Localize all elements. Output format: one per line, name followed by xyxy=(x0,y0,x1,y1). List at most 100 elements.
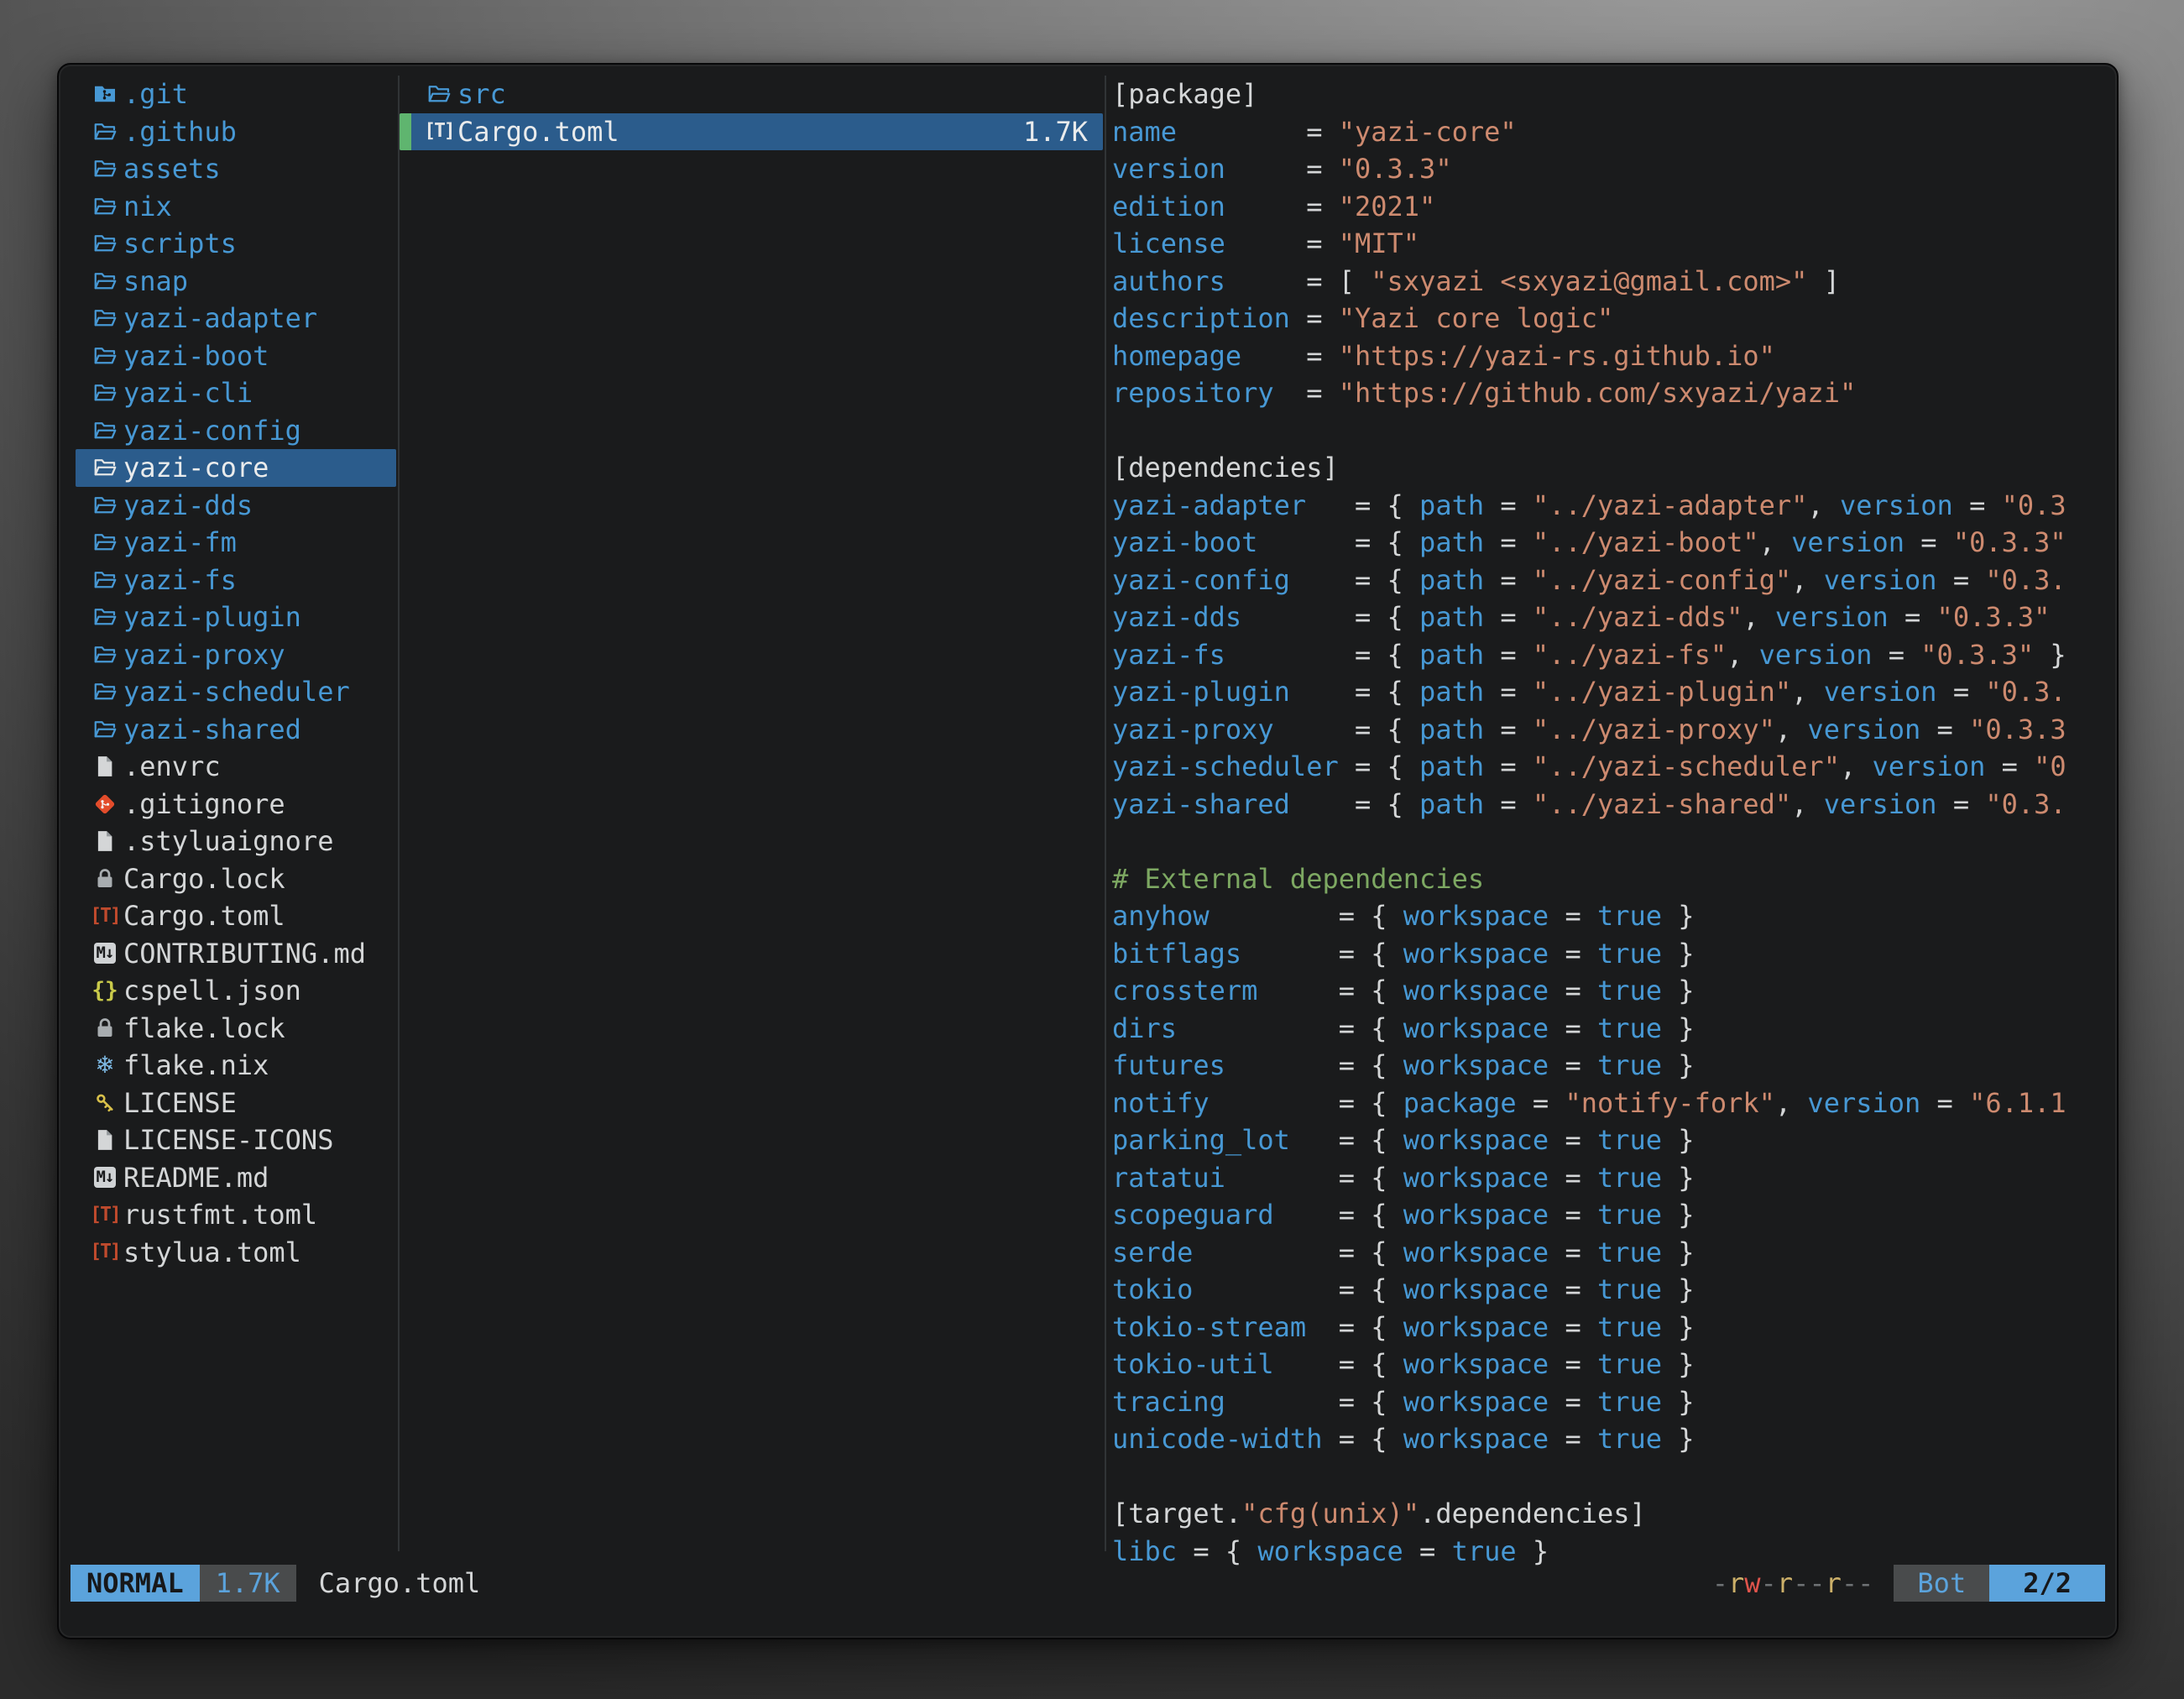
toml-punct: = { xyxy=(1210,900,1403,932)
preview-line: scopeguard = { workspace = true } xyxy=(1112,1196,2113,1234)
current-pane[interactable]: src[T]Cargo.toml1.7K xyxy=(400,76,1103,150)
md-icon: M↓ xyxy=(90,1161,120,1195)
toml-key: yazi-scheduler xyxy=(1112,750,1339,782)
toml-punct: = { xyxy=(1274,1199,1403,1231)
toml-punct: = xyxy=(1549,900,1597,932)
toml-key: yazi-dds xyxy=(1112,601,1241,633)
lock-icon xyxy=(90,1012,120,1045)
dir-row--github[interactable]: .github xyxy=(76,113,396,151)
folder-icon xyxy=(90,152,120,186)
toml-punct: = xyxy=(1904,526,1953,558)
toml-punct: = xyxy=(1937,788,1986,820)
yazi-terminal-window: .git.githubassetsnixscriptssnapyazi-adap… xyxy=(57,63,2119,1639)
toml-punct: = xyxy=(1225,191,1339,222)
toml-key: edition xyxy=(1112,191,1225,222)
file-row-cspell-json[interactable]: {}cspell.json xyxy=(76,972,396,1010)
toml-key: dirs xyxy=(1112,1012,1177,1044)
file-row-cargo-lock[interactable]: Cargo.lock xyxy=(76,860,396,898)
toml-key: true xyxy=(1597,1236,1662,1268)
toml-string: "../yazi-adapter" xyxy=(1533,489,1808,521)
preview-pane[interactable]: [package]name = "yazi-core"version = "0.… xyxy=(1112,76,2113,1571)
toml-punct: = xyxy=(1872,639,1920,671)
file-row-contributing-md[interactable]: M↓CONTRIBUTING.md xyxy=(76,935,396,973)
dir-row--git[interactable]: .git xyxy=(76,76,396,113)
toml-punct: = { xyxy=(1290,788,1419,820)
toml-punct: = { xyxy=(1306,1311,1403,1343)
toml-string: "0.3. xyxy=(1985,788,2066,820)
dir-row-yazi-shared[interactable]: yazi-shared xyxy=(76,711,396,749)
parent-pane[interactable]: .git.githubassetsnixscriptssnapyazi-adap… xyxy=(76,76,396,1271)
toml-punct: } xyxy=(1662,900,1695,932)
folder-icon xyxy=(90,638,120,672)
dir-row-yazi-dds[interactable]: yazi-dds xyxy=(76,487,396,525)
file-row--gitignore[interactable]: .gitignore xyxy=(76,786,396,823)
preview-line: [package] xyxy=(1112,76,2113,113)
file-row-rustfmt-toml[interactable]: [T]rustfmt.toml xyxy=(76,1196,396,1234)
toml-punct: , xyxy=(1807,489,1840,521)
dir-row-yazi-fs[interactable]: yazi-fs xyxy=(76,562,396,599)
dir-row-yazi-boot[interactable]: yazi-boot xyxy=(76,337,396,375)
dir-row-yazi-plugin[interactable]: yazi-plugin xyxy=(76,599,396,636)
dir-row-src[interactable]: src xyxy=(400,76,1103,113)
file-row-license[interactable]: LICENSE xyxy=(76,1085,396,1122)
toml-punct: [target. xyxy=(1112,1498,1241,1529)
status-bar: NORMAL 1.7K Cargo.toml -rw-r--r-- Bot 2/… xyxy=(71,1565,2105,1602)
toml-key: yazi-shared xyxy=(1112,788,1290,820)
file-row-cargo-toml[interactable]: [T]Cargo.toml xyxy=(76,897,396,935)
toml-punct: = xyxy=(1920,1087,1969,1119)
toml-key: workspace xyxy=(1403,938,1549,970)
toml-punct: } xyxy=(1662,1423,1695,1455)
preview-line: yazi-dds = { path = "../yazi-dds", versi… xyxy=(1112,599,2113,636)
dir-row-yazi-scheduler[interactable]: yazi-scheduler xyxy=(76,673,396,711)
git-folder-icon xyxy=(90,77,120,111)
toml-string: "cfg(unix)" xyxy=(1241,1498,1419,1529)
toml-key: authors xyxy=(1112,265,1225,297)
file-row-readme-md[interactable]: M↓README.md xyxy=(76,1159,396,1197)
entry-label: yazi-core xyxy=(123,452,269,484)
file-row-flake-lock[interactable]: flake.lock xyxy=(76,1010,396,1048)
dir-row-scripts[interactable]: scripts xyxy=(76,225,396,263)
folder-icon xyxy=(90,414,120,447)
toml-key: true xyxy=(1452,1535,1517,1567)
dir-row-snap[interactable]: snap xyxy=(76,263,396,301)
toml-punct: } xyxy=(1662,1273,1695,1305)
preview-line: notify = { package = "notify-fork", vers… xyxy=(1112,1085,2113,1122)
dir-row-yazi-core[interactable]: yazi-core xyxy=(76,449,396,487)
dir-row-yazi-config[interactable]: yazi-config xyxy=(76,412,396,450)
toml-punct: = xyxy=(1549,1311,1597,1343)
toml-key: yazi-adapter xyxy=(1112,489,1306,521)
dir-row-nix[interactable]: nix xyxy=(76,188,396,226)
file-row-license-icons[interactable]: LICENSE-ICONS xyxy=(76,1121,396,1159)
toml-key: workspace xyxy=(1403,1124,1549,1156)
toml-punct: ] xyxy=(1807,265,1840,297)
file-row--envrc[interactable]: .envrc xyxy=(76,748,396,786)
file-row-stylua-toml[interactable]: [T]stylua.toml xyxy=(76,1234,396,1272)
file-row--styluaignore[interactable]: .styluaignore xyxy=(76,823,396,860)
folder-icon xyxy=(90,190,120,223)
dir-row-yazi-proxy[interactable]: yazi-proxy xyxy=(76,636,396,674)
dir-row-assets[interactable]: assets xyxy=(76,150,396,188)
pane-separator-left xyxy=(398,76,400,1551)
entry-label: CONTRIBUTING.md xyxy=(123,938,366,970)
dir-row-yazi-cli[interactable]: yazi-cli xyxy=(76,374,396,412)
toml-icon: [T] xyxy=(90,899,120,933)
preview-line: repository = "https://github.com/sxyazi/… xyxy=(1112,374,2113,412)
preview-line: tokio-stream = { workspace = true } xyxy=(1112,1309,2113,1346)
toml-punct: = xyxy=(1549,1423,1597,1455)
permission-char: - xyxy=(1793,1567,1809,1599)
file-row-cargo-toml[interactable]: [T]Cargo.toml1.7K xyxy=(400,113,1103,151)
preview-line: tracing = { workspace = true } xyxy=(1112,1383,2113,1421)
file-row-flake-nix[interactable]: ❄flake.nix xyxy=(76,1047,396,1085)
lock-icon xyxy=(90,862,120,896)
entry-label: src xyxy=(457,78,506,110)
toml-punct: = xyxy=(1549,1273,1597,1305)
preview-line: yazi-boot = { path = "../yazi-boot", ver… xyxy=(1112,524,2113,562)
dir-row-yazi-fm[interactable]: yazi-fm xyxy=(76,524,396,562)
git-icon xyxy=(90,787,120,821)
entry-label: Cargo.lock xyxy=(123,863,285,895)
preview-line: serde = { workspace = true } xyxy=(1112,1234,2113,1272)
permission-char: r xyxy=(1826,1567,1842,1599)
preview-line: name = "yazi-core" xyxy=(1112,113,2113,151)
toml-punct: = { xyxy=(1193,1273,1403,1305)
dir-row-yazi-adapter[interactable]: yazi-adapter xyxy=(76,300,396,337)
